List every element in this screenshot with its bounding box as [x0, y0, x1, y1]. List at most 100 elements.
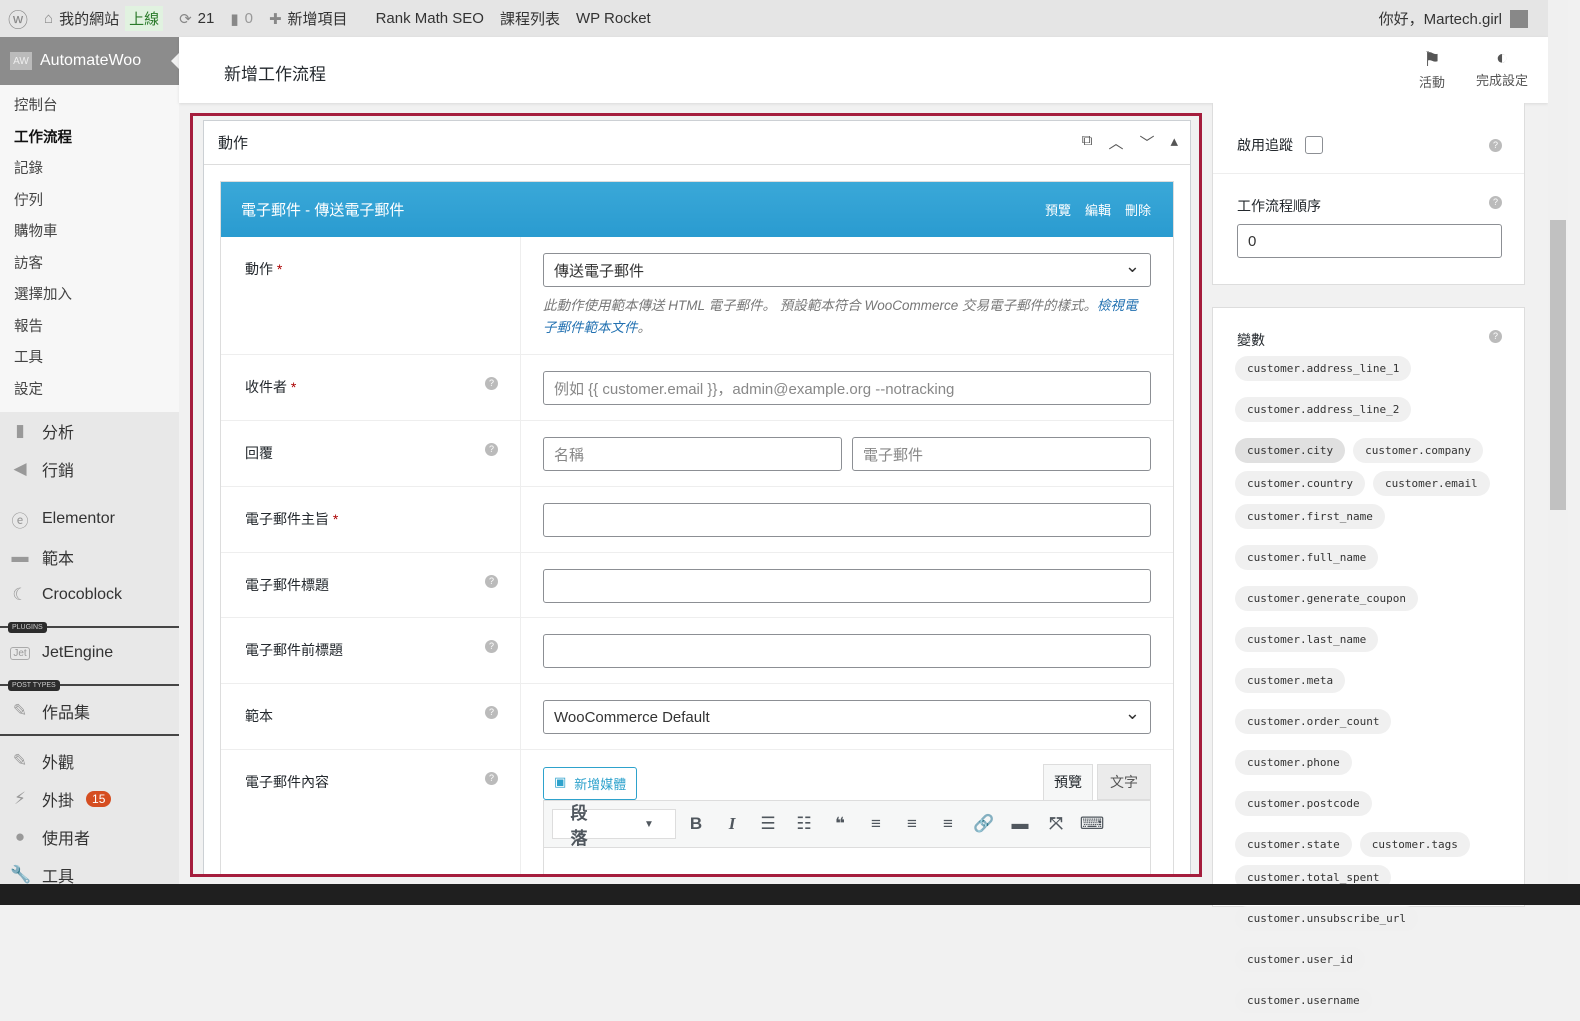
- link-icon[interactable]: 🔗: [968, 814, 1000, 834]
- tab-visual[interactable]: 預覽: [1043, 764, 1093, 800]
- add-media-button[interactable]: ▣ 新增媒體: [543, 767, 638, 800]
- menu-portfolio[interactable]: ✎ 作品集: [0, 692, 179, 730]
- menu-automatewoo[interactable]: AW AutomateWoo: [0, 37, 179, 85]
- submenu-reports[interactable]: 報告: [0, 312, 179, 344]
- scrollbar[interactable]: [1548, 0, 1568, 885]
- collapse-icon[interactable]: ▴: [1170, 132, 1178, 153]
- variable-tag[interactable]: customer.first_name: [1235, 504, 1385, 529]
- preview-link[interactable]: 預覽: [1045, 200, 1071, 219]
- action-select[interactable]: 傳送電子郵件: [543, 253, 1151, 287]
- help-icon[interactable]: ?: [485, 772, 498, 785]
- bar-chart-icon: ▮: [15, 421, 25, 440]
- activity-button[interactable]: ⚑ 活動: [1419, 47, 1445, 91]
- edit-link[interactable]: 編輯: [1085, 200, 1111, 219]
- submenu-logs[interactable]: 記錄: [0, 154, 179, 186]
- variable-tag[interactable]: customer.postcode: [1235, 791, 1372, 816]
- italic-icon[interactable]: I: [716, 814, 748, 834]
- help-icon[interactable]: ?: [485, 640, 498, 653]
- updates-link[interactable]: ⟳ 21: [171, 0, 222, 37]
- delete-link[interactable]: 刪除: [1125, 200, 1151, 219]
- account-menu[interactable]: 你好，Martech.girl: [1379, 8, 1548, 29]
- bullet-list-icon[interactable]: ☰: [752, 814, 784, 834]
- move-down-icon[interactable]: ﹀: [1139, 132, 1154, 153]
- align-left-icon[interactable]: ≡: [860, 814, 892, 834]
- field-label: 電子郵件內容: [245, 774, 329, 790]
- format-select[interactable]: 段落 ▼: [552, 804, 676, 848]
- reply-email-input[interactable]: 電子郵件: [852, 437, 1151, 471]
- comments-count: 0: [244, 10, 253, 27]
- variable-tag[interactable]: customer.tags: [1359, 832, 1470, 857]
- submenu-queue[interactable]: 佇列: [0, 186, 179, 218]
- move-up-icon[interactable]: ︿: [1108, 132, 1123, 153]
- new-content-link[interactable]: ✚ 新增項目: [261, 0, 356, 37]
- submenu-tools[interactable]: 工具: [0, 343, 179, 375]
- align-right-icon[interactable]: ≡: [932, 814, 964, 834]
- variable-tag[interactable]: customer.unsubscribe_url: [1235, 906, 1418, 931]
- align-center-icon[interactable]: ≡: [896, 814, 928, 834]
- variable-tag[interactable]: customer.meta: [1235, 668, 1346, 693]
- variable-tag[interactable]: customer.address_line_1: [1235, 356, 1412, 381]
- variable-tag[interactable]: customer.country: [1235, 471, 1365, 496]
- variable-tag[interactable]: customer.username: [1235, 988, 1372, 1013]
- read-more-icon[interactable]: ▬: [1004, 814, 1036, 834]
- external-link-icon[interactable]: ⧉: [1082, 132, 1093, 153]
- submenu-guests[interactable]: 訪客: [0, 249, 179, 281]
- reply-name-input[interactable]: 名稱: [543, 437, 842, 471]
- menu-crocoblock[interactable]: ☾ Crocoblock: [0, 576, 179, 614]
- blockquote-icon[interactable]: ❝: [824, 814, 856, 834]
- menu-elementor[interactable]: ⓔ Elementor: [0, 500, 179, 538]
- variable-tag[interactable]: customer.company: [1353, 438, 1484, 463]
- variable-tag[interactable]: customer.phone: [1235, 750, 1352, 775]
- variable-tag[interactable]: customer.address_line_2: [1235, 397, 1412, 422]
- help-icon[interactable]: ?: [485, 443, 498, 456]
- subject-input[interactable]: [543, 503, 1151, 537]
- help-icon[interactable]: ?: [485, 377, 498, 390]
- tab-text[interactable]: 文字: [1097, 764, 1151, 800]
- help-icon[interactable]: ?: [485, 575, 498, 588]
- action-header[interactable]: 電子郵件 - 傳送電子郵件 預覽 編輯 刪除: [221, 182, 1173, 237]
- wp-rocket-link[interactable]: WP Rocket: [568, 0, 659, 37]
- menu-appearance[interactable]: ✎ 外觀: [0, 742, 179, 780]
- toolbar-toggle-icon[interactable]: ⌨: [1076, 814, 1108, 834]
- help-icon[interactable]: ?: [1489, 196, 1502, 209]
- editor-body[interactable]: [544, 848, 1150, 874]
- numbered-list-icon[interactable]: ☷: [788, 814, 820, 834]
- menu-marketing[interactable]: ◀ 行銷: [0, 450, 179, 488]
- menu-analytics[interactable]: ▮ 分析: [0, 412, 179, 450]
- help-icon[interactable]: ?: [1489, 330, 1502, 343]
- variable-tag[interactable]: customer.email: [1372, 471, 1490, 496]
- rankmath-link[interactable]: Rank Math SEO: [356, 0, 492, 37]
- preheader-input[interactable]: [543, 634, 1151, 668]
- tracking-checkbox[interactable]: [1305, 136, 1323, 154]
- variable-tag[interactable]: customer.state: [1235, 832, 1352, 857]
- variable-tag[interactable]: customer.last_name: [1235, 627, 1379, 652]
- order-input[interactable]: 0: [1237, 224, 1502, 258]
- variable-tag[interactable]: customer.order_count: [1235, 709, 1392, 734]
- submenu-opt-ins[interactable]: 選擇加入: [0, 280, 179, 312]
- variable-tag[interactable]: customer.user_id: [1235, 947, 1365, 972]
- setup-button[interactable]: ◐ 完成設定: [1476, 47, 1528, 89]
- menu-users[interactable]: ● 使用者: [0, 818, 179, 856]
- variable-tag[interactable]: customer.generate_coupon: [1235, 586, 1418, 611]
- help-icon[interactable]: ?: [485, 706, 498, 719]
- site-link[interactable]: ⌂ 我的網站 上線: [36, 0, 171, 37]
- template-select[interactable]: WooCommerce Default: [543, 700, 1151, 734]
- variable-tag[interactable]: customer.full_name: [1235, 545, 1379, 570]
- submenu-dashboard[interactable]: 控制台: [0, 91, 179, 123]
- menu-plugins[interactable]: ⚡ 外掛 15: [0, 780, 179, 818]
- menu-templates[interactable]: ▬ 範本: [0, 538, 179, 576]
- variable-tag[interactable]: customer.city: [1235, 438, 1346, 463]
- submenu-carts[interactable]: 購物車: [0, 217, 179, 249]
- scrollbar-thumb[interactable]: [1550, 220, 1566, 510]
- recipient-input[interactable]: 例如 {{ customer.email }}，admin@example.or…: [543, 371, 1151, 405]
- submenu-settings[interactable]: 設定: [0, 375, 179, 407]
- bold-icon[interactable]: B: [680, 814, 712, 834]
- fullscreen-icon[interactable]: ⤧: [1040, 814, 1072, 834]
- comments-link[interactable]: ▮ 0: [222, 0, 261, 37]
- courses-link[interactable]: 課程列表: [492, 0, 568, 37]
- heading-input[interactable]: [543, 569, 1151, 603]
- menu-jetengine[interactable]: Jet JetEngine: [0, 634, 179, 672]
- help-icon[interactable]: ?: [1489, 139, 1502, 152]
- submenu-workflows[interactable]: 工作流程: [0, 123, 179, 155]
- wp-logo-icon[interactable]: ⓦ: [0, 0, 36, 37]
